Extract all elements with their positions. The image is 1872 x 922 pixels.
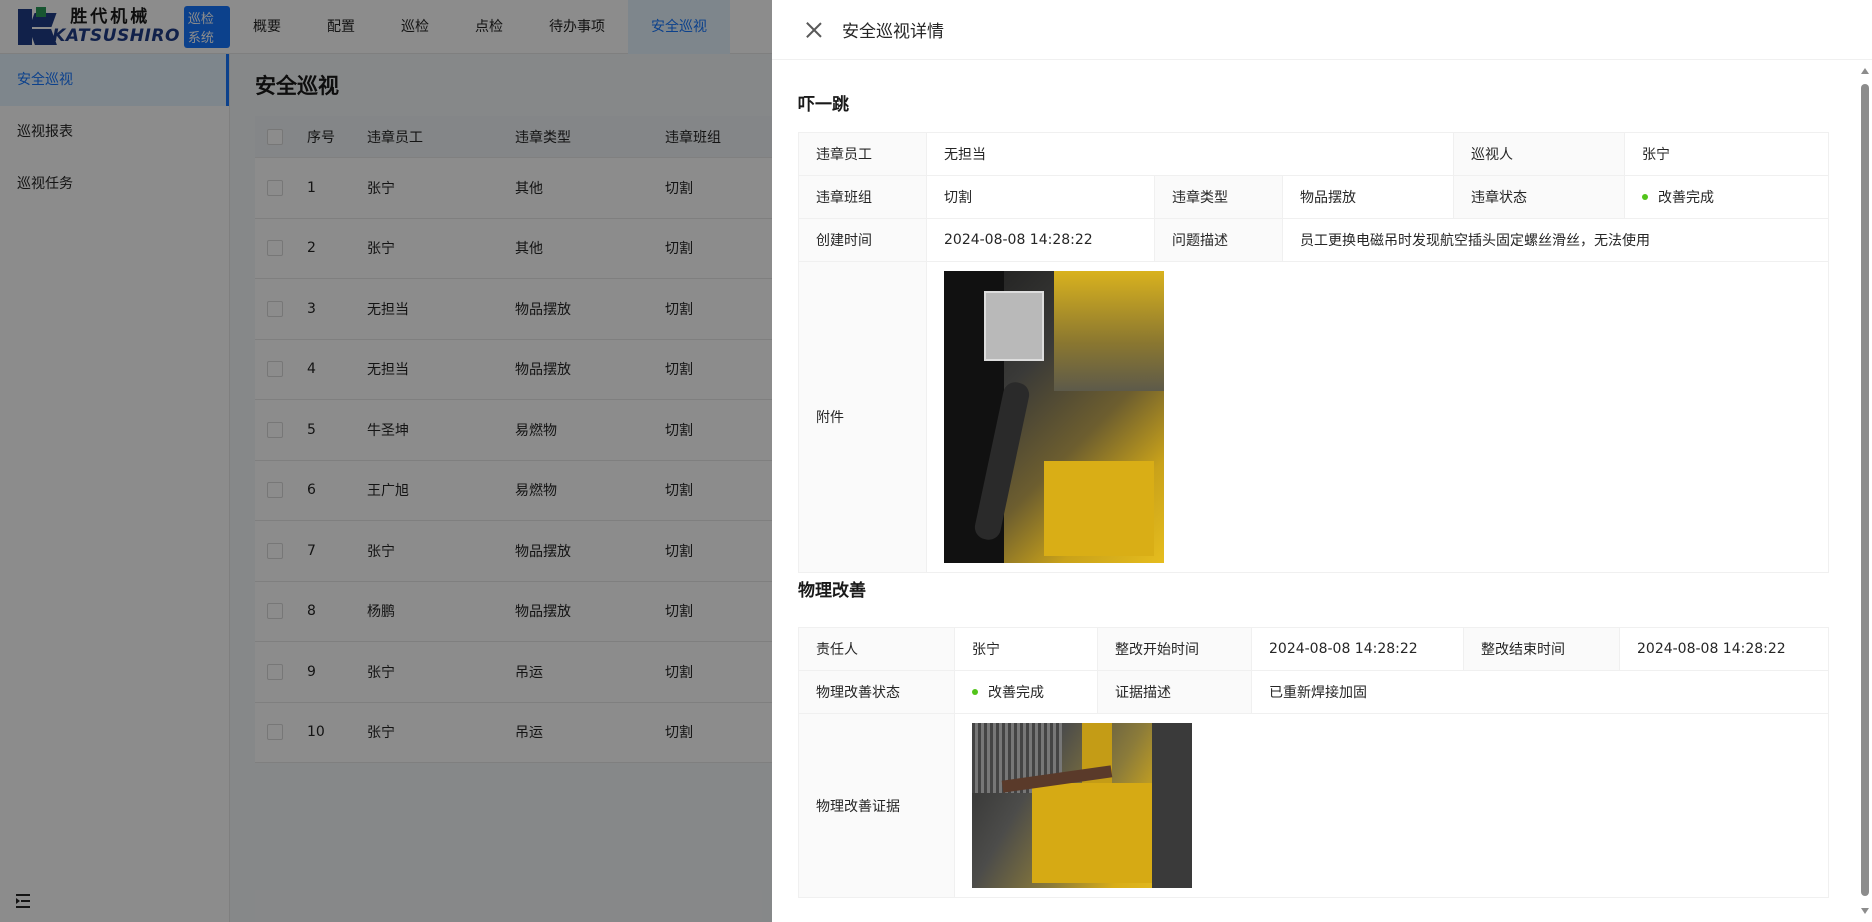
attachment-photo[interactable] [944,271,1164,563]
value-end-time: 2024-08-08 14:28:22 [1619,627,1829,671]
label-end-time: 整改结束时间 [1463,627,1620,671]
drawer-title: 安全巡视详情 [842,22,944,42]
value-employee: 无担当 [925,132,1455,176]
label-status: 违章状态 [1453,175,1626,219]
value-evidence [954,713,1829,898]
value-evidence-desc: 已重新焊接加固 [1251,670,1829,714]
value-attachment [925,261,1830,573]
drawer-header: 安全巡视详情 [772,0,1872,60]
drawer-scrollbar[interactable] [1858,60,1872,922]
close-icon[interactable] [806,22,822,38]
scroll-up-arrow-icon[interactable] [1861,68,1869,74]
status-dot-icon [972,689,978,695]
violation-details: 违章员工 无担当 巡视人 张宁 违章班组 切割 违章类型 物品摆放 违章状态 改… [798,132,1830,573]
value-owner: 张宁 [954,627,1098,671]
status-text: 改善完成 [1658,190,1715,206]
value-team: 切割 [926,175,1155,219]
label-team: 违章班组 [798,175,927,219]
section-title-improvement: 物理改善 [798,581,866,601]
label-inspector: 巡视人 [1453,132,1626,176]
value-start-time: 2024-08-08 14:28:22 [1251,627,1464,671]
label-created: 创建时间 [798,218,927,262]
value-created: 2024-08-08 14:28:22 [926,218,1155,262]
label-improvement-status: 物理改善状态 [798,670,955,714]
label-evidence: 物理改善证据 [798,713,955,898]
scrollbar-thumb[interactable] [1861,84,1869,896]
improvement-details: 责任人 张宁 整改开始时间 2024-08-08 14:28:22 整改结束时间… [798,627,1829,898]
value-improvement-status: 改善完成 [954,670,1098,714]
drawer-mask[interactable] [0,0,772,922]
value-inspector: 张宁 [1624,132,1830,176]
improvement-status-text: 改善完成 [988,685,1044,701]
value-status: 改善完成 [1624,175,1830,219]
detail-drawer: 安全巡视详情 吓一跳 违章员工 无担当 巡视人 张宁 违章班组 切割 违章类型 … [772,0,1872,922]
label-attachment: 附件 [798,261,927,573]
label-employee: 违章员工 [798,132,927,176]
section-title-violation: 吓一跳 [798,95,849,115]
label-start-time: 整改开始时间 [1097,627,1252,671]
label-owner: 责任人 [798,627,955,671]
value-desc: 员工更换电磁吊时发现航空插头固定螺丝滑丝，无法使用 [1281,218,1830,262]
evidence-photo[interactable] [972,723,1192,888]
label-desc: 问题描述 [1154,218,1283,262]
status-dot-icon [1642,194,1649,200]
scroll-down-arrow-icon[interactable] [1861,908,1869,914]
label-type: 违章类型 [1154,175,1283,219]
label-evidence-desc: 证据描述 [1097,670,1252,714]
value-type: 物品摆放 [1281,175,1455,219]
drawer-body: 吓一跳 违章员工 无担当 巡视人 张宁 违章班组 切割 违章类型 物品摆放 违章… [798,60,1830,898]
